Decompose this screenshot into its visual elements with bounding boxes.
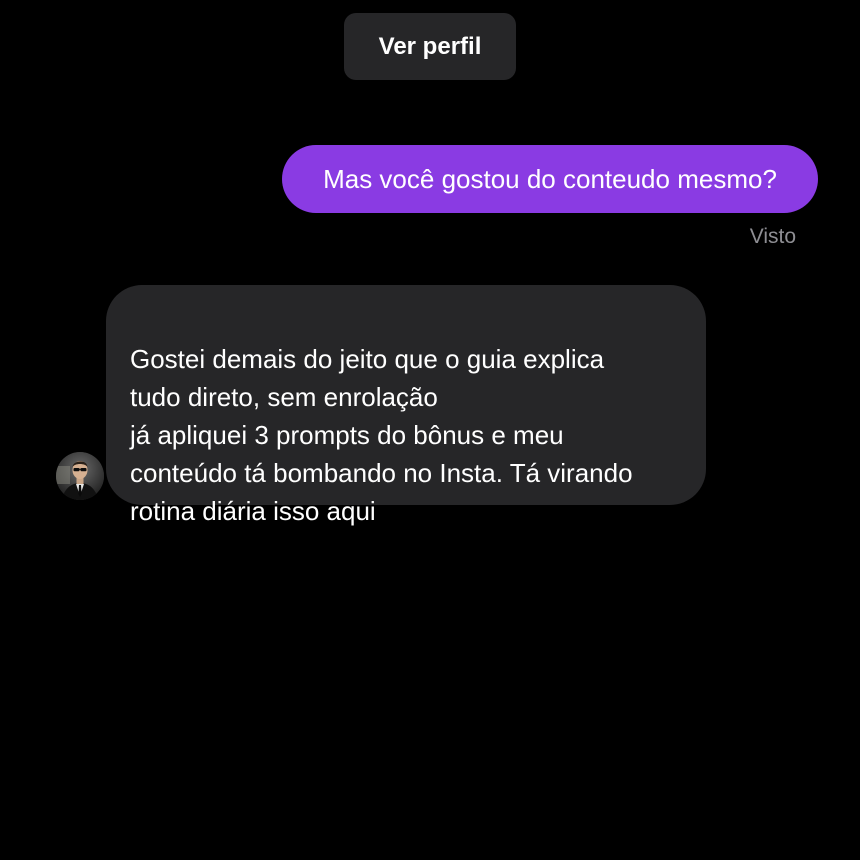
incoming-message-text: Gostei demais do jeito que o guia explic… [130, 344, 633, 526]
person-in-suit-icon [56, 452, 104, 500]
incoming-message-bubble[interactable]: Gostei demais do jeito que o guia explic… [106, 285, 706, 526]
outgoing-message-bubble[interactable]: Mas você gostou do conteudo mesmo? [282, 145, 818, 213]
contact-avatar-icon[interactable] [56, 452, 104, 500]
seen-status: Visto [749, 225, 796, 248]
view-profile-button[interactable]: Ver perfil [344, 13, 516, 80]
outgoing-message-text: Mas você gostou do conteudo mesmo? [323, 163, 777, 194]
